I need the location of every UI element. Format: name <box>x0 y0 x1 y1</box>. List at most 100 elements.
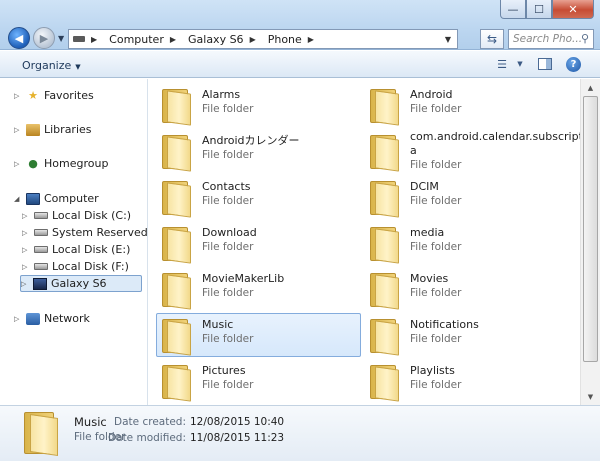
expand-icon[interactable]: ▷ <box>21 280 29 288</box>
date-created-value: 12/08/2015 10:40 <box>190 416 285 428</box>
hard-disk-icon <box>34 263 48 270</box>
folder-item-dcim[interactable]: DCIM File folder <box>365 176 570 220</box>
breadcrumb-separator[interactable]: ▶ <box>170 35 182 44</box>
address-bar[interactable]: ▶ Computer ▶ Galaxy S6 ▶ Phone ▶ ▼ <box>68 29 458 49</box>
folder-icon <box>370 317 400 356</box>
date-modified-value: 11/08/2015 11:23 <box>190 432 285 444</box>
folder-item-movies[interactable]: Movies File folder <box>365 268 570 312</box>
organize-button[interactable]: Organize ▼ <box>22 59 81 72</box>
nav-drive-c[interactable]: ▷ Local Disk (C:) <box>22 207 131 224</box>
preview-pane-icon[interactable] <box>538 58 552 70</box>
forward-arrow-icon: ▶ <box>39 31 49 45</box>
folder-icon <box>162 363 192 402</box>
forward-button[interactable]: ▶ <box>33 27 55 49</box>
folder-icon <box>162 179 192 218</box>
command-bar: Organize ▼ ☰ ▼ ? <box>0 51 600 78</box>
close-button[interactable]: ✕ <box>552 0 594 19</box>
folder-icon <box>370 225 400 264</box>
change-view-icon[interactable]: ☰ <box>494 57 510 71</box>
folder-item-media[interactable]: media File folder <box>365 222 570 266</box>
breadcrumb-phone[interactable]: Phone <box>268 33 302 46</box>
folder-icon <box>162 317 192 356</box>
folder-icon <box>162 225 192 264</box>
folder-icon <box>162 87 192 126</box>
breadcrumb-separator[interactable]: ▶ <box>308 35 320 44</box>
expand-icon[interactable]: ▷ <box>14 126 22 134</box>
breadcrumb-arrow-icon: ▶ <box>91 34 98 44</box>
folder-item-alarms[interactable]: Alarms File folder <box>157 84 362 128</box>
folder-item-download[interactable]: Download File folder <box>157 222 362 266</box>
folder-icon <box>24 410 60 456</box>
expand-icon[interactable]: ▷ <box>14 315 22 323</box>
network-icon <box>26 312 40 325</box>
breadcrumb-root[interactable]: ▶ <box>91 35 103 44</box>
expand-icon[interactable]: ▷ <box>22 246 30 254</box>
collapse-icon[interactable]: ◢ <box>14 195 22 203</box>
hard-disk-icon <box>34 229 48 236</box>
nav-drive-e[interactable]: ▷ Local Disk (E:) <box>22 241 130 258</box>
folder-item-notifications[interactable]: Notifications File folder <box>365 314 570 358</box>
breadcrumb-arrow-icon: ▶ <box>307 34 314 44</box>
folder-item-android[interactable]: Android File folder <box>365 84 570 128</box>
star-icon: ★ <box>28 89 38 102</box>
maximize-button[interactable]: ☐ <box>526 0 552 19</box>
expand-icon[interactable]: ▷ <box>22 212 30 220</box>
expand-icon[interactable]: ▷ <box>22 263 30 271</box>
folder-item-music[interactable]: Music File folder <box>156 313 361 357</box>
recent-pages-dropdown[interactable]: ▼ <box>58 34 64 43</box>
homegroup-icon: ● <box>28 157 38 170</box>
folder-icon <box>370 87 400 126</box>
folder-item-moviemakerlib[interactable]: MovieMakerLib File folder <box>157 268 362 312</box>
scroll-thumb[interactable] <box>583 96 598 362</box>
nav-libraries[interactable]: ▷ Libraries <box>14 121 92 138</box>
hard-disk-icon <box>34 212 48 219</box>
library-icon <box>26 123 40 136</box>
nav-network[interactable]: ▷ Network <box>14 310 90 327</box>
folder-item-android-calendar[interactable]: Androidカレンダー File folder <box>157 130 362 174</box>
computer-icon <box>26 192 40 205</box>
nav-computer[interactable]: ◢ Computer <box>14 190 99 207</box>
vertical-scrollbar[interactable]: ▲ ▼ <box>580 79 600 405</box>
folder-icon <box>370 363 400 402</box>
nav-galaxy-s6[interactable]: ▷ Galaxy S6 <box>20 275 142 292</box>
help-icon[interactable]: ? <box>566 57 581 72</box>
expand-icon[interactable]: ▷ <box>14 92 22 100</box>
expand-icon[interactable]: ▷ <box>14 160 22 168</box>
back-arrow-icon: ◀ <box>14 31 24 45</box>
folder-item-calendar-subscription[interactable]: com.android.calendar.subscription.aFile … <box>365 130 580 174</box>
search-icon: ⚲ <box>580 32 589 45</box>
address-dropdown-icon[interactable]: ▼ <box>439 35 457 44</box>
nav-favorites[interactable]: ▷ ★ Favorites <box>14 87 94 104</box>
views-dropdown-icon[interactable]: ▼ <box>512 57 528 71</box>
details-pane: Music File folder Date created: 12/08/20… <box>0 405 600 461</box>
nav-homegroup[interactable]: ▷ ● Homegroup <box>14 155 108 172</box>
folder-icon <box>370 133 400 172</box>
breadcrumb-arrow-icon: ▶ <box>169 34 176 44</box>
navigation-pane: ▷ ★ Favorites ▷ Libraries ▷ ● Homegroup … <box>0 79 172 405</box>
folder-icon <box>162 133 192 172</box>
expand-icon[interactable]: ▷ <box>22 229 30 237</box>
folder-item-playlists[interactable]: Playlists File folder <box>365 360 570 404</box>
breadcrumb-computer[interactable]: Computer <box>109 33 164 46</box>
folder-icon <box>162 271 192 310</box>
title-bar: — ☐ ✕ ◀ ▶ ▼ ▶ Computer ▶ Galaxy S6 ▶ Pho… <box>0 0 600 50</box>
scroll-up-icon[interactable]: ▲ <box>581 79 600 96</box>
folder-item-pictures[interactable]: Pictures File folder <box>157 360 362 404</box>
folder-item-contacts[interactable]: Contacts File folder <box>157 176 362 220</box>
date-modified-label: Date modified: <box>108 432 186 444</box>
hard-disk-icon <box>34 246 48 253</box>
refresh-button[interactable]: ⇆ <box>480 29 504 49</box>
file-list: Alarms File folder Android File folder And… <box>149 79 580 405</box>
nav-drive-f[interactable]: ▷ Local Disk (F:) <box>22 258 129 275</box>
device-icon <box>73 36 85 42</box>
back-button[interactable]: ◀ <box>8 27 30 49</box>
search-input[interactable]: Search Pho... ⚲ <box>508 29 594 49</box>
breadcrumb-separator[interactable]: ▶ <box>250 35 262 44</box>
minimize-button[interactable]: — <box>500 0 526 19</box>
folder-icon <box>370 271 400 310</box>
window-controls: — ☐ ✕ <box>500 0 594 20</box>
breadcrumb-galaxy-s6[interactable]: Galaxy S6 <box>188 33 244 46</box>
scroll-down-icon[interactable]: ▼ <box>581 388 600 405</box>
folder-icon <box>370 179 400 218</box>
chevron-down-icon: ▼ <box>75 63 81 71</box>
